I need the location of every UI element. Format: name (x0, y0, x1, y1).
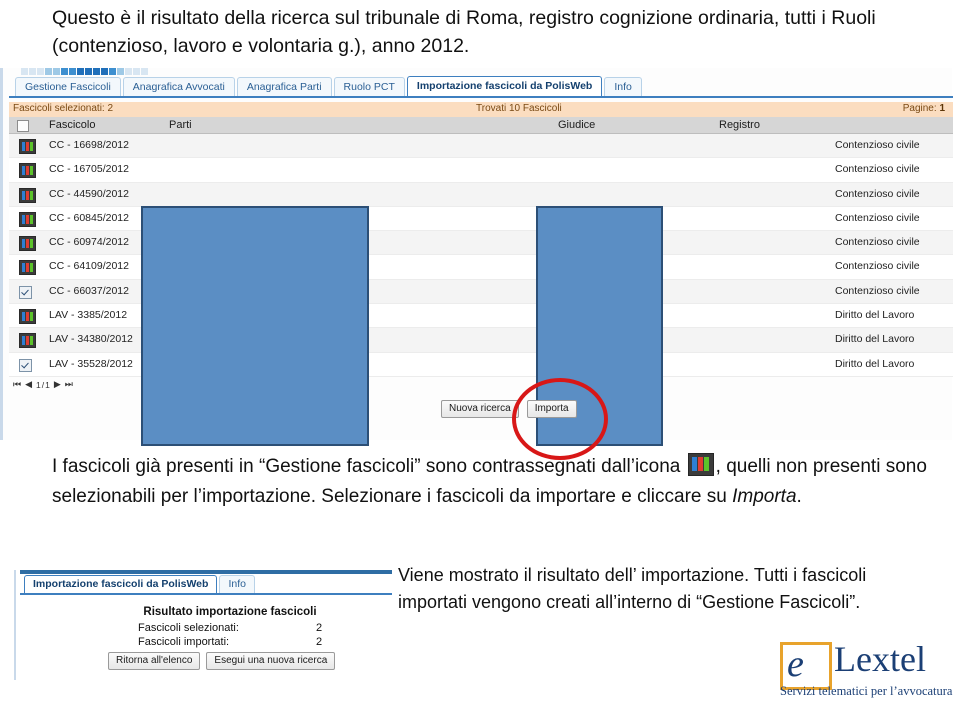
prev-page-icon[interactable]: ◀ (25, 379, 33, 390)
cell-registro: Contenzioso civile (835, 211, 920, 224)
tab-importazione-polisweb[interactable]: Importazione fascicoli da PolisWeb (406, 76, 603, 96)
binder-icon (19, 187, 36, 203)
result-tabstrip: Importazione fascicoli da PolisWeb Info (20, 575, 392, 595)
paragraph-emphasis-importa: Importa (732, 486, 797, 507)
tab-anagrafica-parti[interactable]: Anagrafica Parti (236, 77, 332, 96)
nuova-ricerca-button[interactable]: Nuova ricerca (441, 400, 519, 418)
cell-registro: Diritto del Lavoro (835, 357, 915, 370)
selected-count-label: Fascicoli selezionati: 2 (13, 103, 114, 114)
cell-registro: Contenzioso civile (835, 139, 920, 151)
table-row[interactable]: CC - 16705/2012 Contenzioso civile (9, 158, 953, 183)
ritorna-allelenco-button[interactable]: Ritorna all'elenco (108, 652, 201, 670)
result-explanatory-paragraph: Viene mostrato il risultato dell’ import… (398, 565, 867, 612)
loading-progress-bar (21, 68, 181, 75)
cell-registro: Contenzioso civile (835, 260, 920, 273)
cell-fascicolo: LAV - 34380/2012 (49, 333, 133, 346)
esegui-nuova-ricerca-button[interactable]: Esegui una nuova ricerca (206, 652, 336, 670)
result-action-buttons: Ritorna all'elenco Esegui una nuova rice… (108, 652, 336, 670)
cell-registro: Contenzioso civile (835, 236, 920, 249)
column-header-fascicolo[interactable]: Fascicolo (49, 119, 95, 131)
column-header-registro[interactable]: Registro (719, 119, 760, 131)
cell-fascicolo: CC - 16698/2012 (49, 139, 129, 151)
cell-fascicolo: CC - 60845/2012 (49, 211, 129, 224)
main-tabstrip: Gestione Fascicoli Anagrafica Avvocati A… (9, 76, 953, 98)
explanatory-paragraph: I fascicoli già presenti in “Gestione fa… (52, 452, 930, 512)
binder-icon (19, 211, 36, 227)
cell-registro: Contenzioso civile (835, 187, 920, 200)
lextel-wordmark: Lextel (834, 639, 926, 679)
binder-icon (687, 453, 714, 476)
tab-info-result[interactable]: Info (219, 575, 255, 593)
row-checkbox-checked[interactable] (19, 358, 32, 372)
cell-fascicolo: CC - 64109/2012 (49, 260, 129, 273)
cell-fascicolo: CC - 16705/2012 (49, 163, 129, 176)
binder-icon (19, 333, 36, 349)
cell-registro: Contenzioso civile (835, 284, 920, 297)
page-indicator: 1/1 (36, 379, 51, 390)
tab-gestione-fascicoli[interactable]: Gestione Fascicoli (15, 77, 121, 96)
cell-registro: Diritto del Lavoro (835, 309, 915, 322)
paragraph-part-1: I fascicoli già presenti in “Gestione fa… (52, 456, 681, 477)
table-column-header: Fascicolo Parti Giudice Registro (9, 117, 953, 134)
table-row[interactable]: CC - 16698/2012 Contenzioso civile (9, 134, 953, 159)
binder-icon (19, 260, 36, 276)
import-result-window: Importazione fascicoli da PolisWeb Info … (14, 570, 392, 680)
result-value-selezionati: 2 (316, 622, 323, 634)
lextel-logo: e Lextel Servizi telematici per l’avvoca… (778, 639, 956, 702)
binder-icon (19, 309, 36, 325)
next-page-icon[interactable]: ▶ (54, 379, 62, 390)
cell-registro: Contenzioso civile (835, 163, 920, 176)
intro-caption: Questo è il risultato della ricerca sul … (52, 7, 876, 57)
cell-fascicolo: CC - 66037/2012 (49, 284, 129, 297)
lextel-logo-letter: e (787, 643, 804, 685)
cell-fascicolo: LAV - 35528/2012 (49, 357, 133, 370)
binder-icon (19, 236, 36, 252)
status-info-bar: Fascicoli selezionati: 2 Trovati 10 Fasc… (9, 102, 953, 117)
result-label-selezionati: Fascicoli selezionati: (138, 622, 239, 634)
window-top-band (20, 570, 392, 574)
lextel-logo-mark: e (780, 642, 832, 690)
result-label-importati: Fascicoli importati: (138, 636, 230, 648)
cell-fascicolo: CC - 60974/2012 (49, 236, 129, 249)
cell-registro: Diritto del Lavoro (835, 333, 915, 346)
pages-value: 1 (939, 103, 945, 114)
table-row[interactable]: CC - 44590/2012 Contenzioso civile (9, 182, 953, 207)
redaction-block-parti (141, 206, 369, 446)
red-circle-annotation (512, 378, 608, 460)
cell-fascicolo: LAV - 3385/2012 (49, 309, 128, 322)
first-page-icon[interactable]: ⏮ (13, 379, 22, 390)
tab-ruolo-pct[interactable]: Ruolo PCT (333, 77, 405, 96)
paragraph-part-3: . (796, 486, 802, 507)
tab-info[interactable]: Info (604, 77, 642, 96)
result-title: Risultato importazione fascicoli (143, 606, 317, 618)
column-header-parti[interactable]: Parti (169, 119, 192, 131)
pagination-control: ⏮ ◀ 1/1 ▶ ⏭ (13, 379, 74, 390)
polisweb-import-window: Gestione Fascicoli Anagrafica Avvocati A… (0, 68, 953, 446)
binder-icon (19, 163, 36, 179)
pages-indicator: Pagine: 1 (903, 103, 945, 114)
last-page-icon[interactable]: ⏭ (65, 379, 74, 390)
tab-importazione-polisweb-result[interactable]: Importazione fascicoli da PolisWeb (24, 575, 218, 593)
select-all-checkbox[interactable] (17, 120, 29, 132)
row-checkbox-checked[interactable] (19, 285, 32, 299)
pages-label: Pagine: (902, 103, 937, 114)
result-value-importati: 2 (316, 636, 323, 648)
binder-icon (19, 139, 36, 154)
column-header-giudice[interactable]: Giudice (558, 119, 595, 131)
cell-fascicolo: CC - 44590/2012 (49, 187, 129, 200)
tab-anagrafica-avvocati[interactable]: Anagrafica Avvocati (122, 77, 235, 96)
found-count-label: Trovati 10 Fascicoli (476, 103, 562, 114)
lextel-tagline: Servizi telematici per l’avvocatura (780, 684, 953, 698)
